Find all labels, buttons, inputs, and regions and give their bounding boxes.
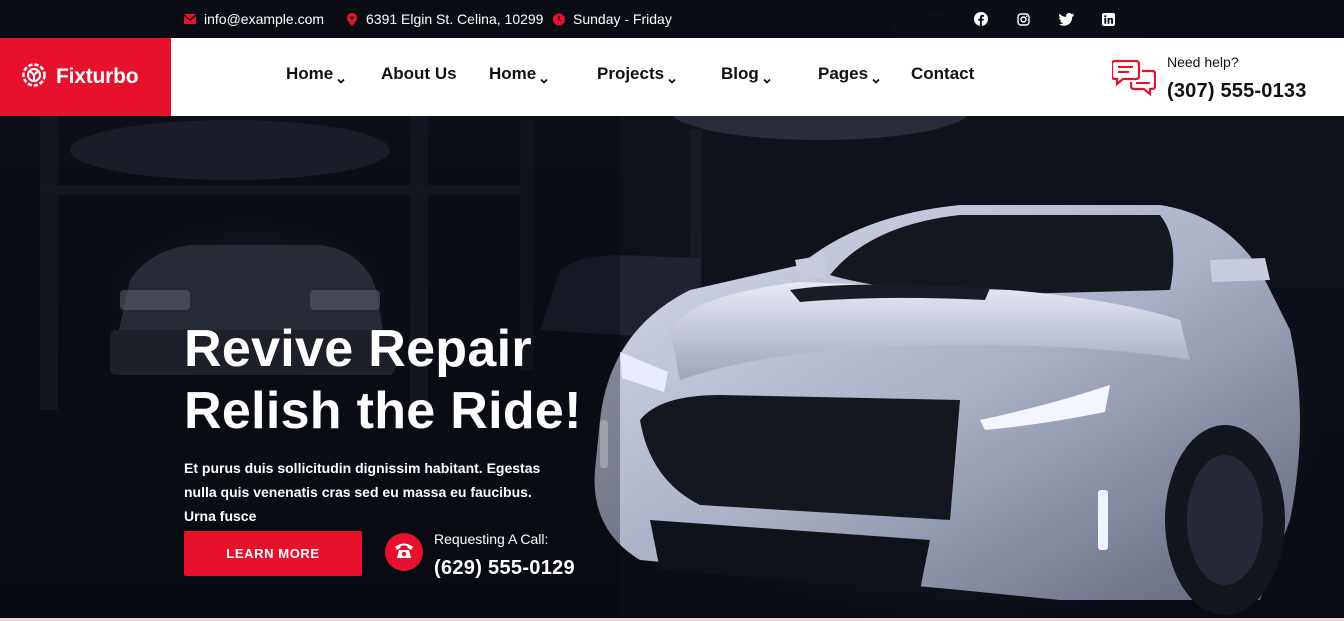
nav-item-home[interactable]: Home: [286, 62, 345, 86]
facebook-icon[interactable]: [973, 11, 989, 27]
topbar-address: 6391 Elgin St. Celina, 10299: [346, 0, 543, 38]
nav-item-label: Home: [489, 64, 537, 83]
help-phone[interactable]: (307) 555-0133: [1167, 80, 1307, 103]
linkedin-icon[interactable]: [1100, 11, 1116, 27]
nav-item-pages[interactable]: Pages: [818, 62, 880, 86]
phone-icon: [394, 541, 414, 564]
hero-headline: Revive Repair Relish the Ride!: [184, 318, 582, 442]
clock-icon: [553, 13, 565, 25]
logo[interactable]: Fixturbo: [0, 38, 171, 116]
call-phone[interactable]: (629) 555-0129: [434, 557, 575, 580]
hero-subtext: Et purus duis sollicitudin dignissim hab…: [184, 460, 541, 524]
chevron-down-icon: [337, 70, 345, 84]
topbar-email-text: info@example.com: [204, 11, 325, 27]
chevron-down-icon: [540, 70, 548, 84]
chevron-down-icon: [668, 70, 676, 84]
main-header: Fixturbo Home About Us Home Projects Blo…: [0, 38, 1344, 116]
gear-wrench-logo-icon: [20, 61, 48, 94]
nav-item-blog[interactable]: Blog: [721, 62, 771, 86]
topbar-email[interactable]: info@example.com: [184, 0, 324, 38]
learn-more-button[interactable]: LEARN MORE: [184, 531, 362, 576]
chat-bubbles-icon: [1110, 58, 1157, 103]
call-label: Requesting A Call:: [434, 531, 549, 547]
envelope-icon: [184, 13, 196, 25]
nav-item-about-us[interactable]: About Us: [381, 62, 457, 86]
hero-headline-line1: Revive Repair: [184, 320, 532, 378]
nav-item-label: Projects: [597, 64, 665, 83]
hero-headline-line2: Relish the Ride!: [184, 382, 582, 440]
topbar-hours-text: Sunday - Friday: [573, 11, 672, 27]
topbar-hours: Sunday - Friday: [553, 0, 672, 38]
nav-item-projects[interactable]: Projects: [597, 62, 676, 86]
nav-item-contact[interactable]: Contact: [911, 62, 974, 86]
brand-name: Fixturbo: [56, 65, 139, 88]
nav-item-home-2[interactable]: Home: [489, 62, 548, 86]
call-button[interactable]: [385, 533, 423, 571]
nav-item-label: Blog: [721, 64, 759, 83]
nav-item-label: Pages: [818, 64, 869, 83]
help-label: Need help?: [1167, 54, 1239, 70]
instagram-icon[interactable]: [1015, 11, 1031, 27]
map-pin-icon: [346, 12, 358, 26]
chevron-down-icon: [872, 70, 880, 84]
nav-item-label: Home: [286, 64, 334, 83]
help-contact: Need help? (307) 555-0133: [1110, 52, 1332, 104]
topbar: info@example.com 6391 Elgin St. Celina, …: [0, 0, 1344, 38]
twitter-icon[interactable]: [1058, 11, 1074, 27]
chevron-down-icon: [763, 70, 771, 84]
nav-item-label: About Us: [381, 64, 457, 83]
topbar-address-text: 6391 Elgin St. Celina, 10299: [366, 11, 544, 27]
nav-item-label: Contact: [911, 64, 975, 83]
